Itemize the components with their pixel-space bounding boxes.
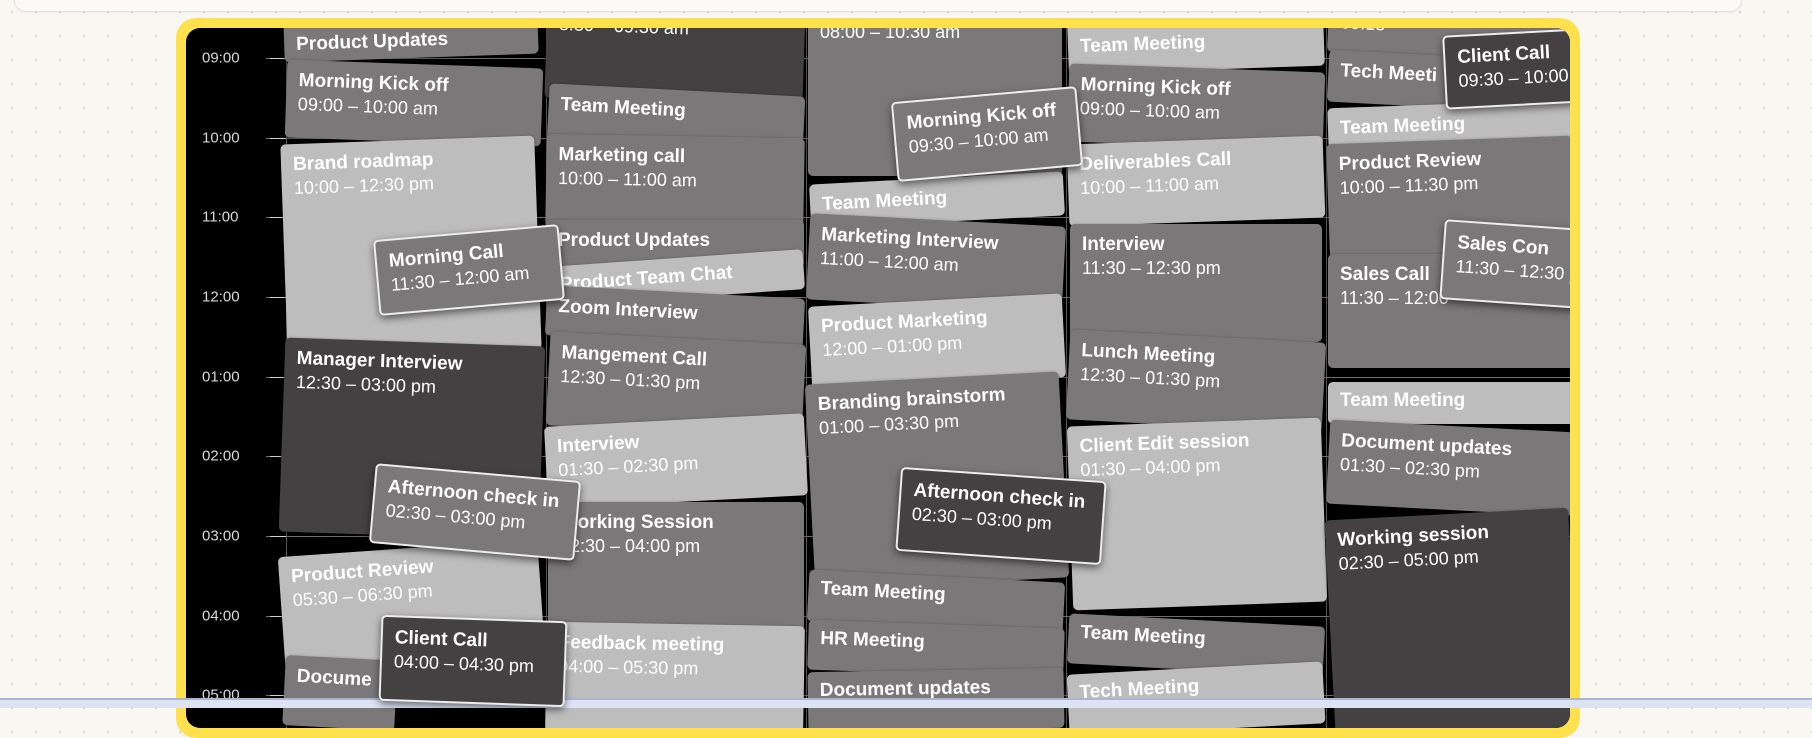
event-interview[interactable]: Interview 11:30 – 12:30 pm	[1070, 224, 1322, 342]
event-marketing-call[interactable]: Marketing call 10:00 – 11:00 am	[545, 133, 805, 233]
time-label: 09:00	[202, 49, 240, 67]
event-document-updates[interactable]: Document updates 01:30 – 02:30 pm	[1325, 419, 1570, 517]
time-label: 10:00	[202, 129, 240, 147]
time-label: 12:00	[202, 288, 240, 306]
time-label: 04:00	[202, 607, 240, 625]
event-client-call[interactable]: Client Call 09:30 – 10:00	[1442, 28, 1570, 110]
event-afternoon-check-in[interactable]: Afternoon check in 02:30 – 03:00 pm	[368, 463, 582, 561]
hour-tick	[270, 536, 286, 537]
hour-tick	[270, 138, 286, 139]
event-interview[interactable]: Interview 01:30 – 02:30 pm	[544, 413, 808, 509]
event-morning-call[interactable]: Morning Call 11:30 – 12:00 am	[373, 224, 565, 316]
bottom-bar	[0, 698, 1812, 708]
week-calendar: 09:00 10:00 11:00 12:00 01:00 02:00 03:0…	[186, 28, 1570, 728]
hour-tick	[270, 58, 286, 59]
event-feedback-meeting[interactable]: Feedback meeting 04:00 – 05:30 pm	[545, 621, 805, 728]
event-sales-call[interactable]: Sales Con11:30 – 12:30 pm	[1439, 219, 1570, 309]
event-team-meeting[interactable]: Team Meeting	[1328, 382, 1570, 424]
event-morning-kick-off[interactable]: Morning Kick off 09:30 – 10:00 am	[890, 86, 1084, 182]
column-divider	[806, 28, 807, 728]
time-label: 03:00	[202, 527, 240, 545]
time-label: 02:00	[202, 447, 240, 465]
event-morning-kick-off[interactable]: Morning Kick off 09:00 – 10:00 am	[284, 59, 544, 147]
event-client-edit-session[interactable]: Client Edit session 01:30 – 04:00 pm	[1066, 417, 1328, 611]
event-tech-meeting[interactable]: Tech Meeting	[1066, 661, 1326, 728]
event-afternoon-check-in[interactable]: Afternoon check in 02:30 – 03:00 pm	[895, 466, 1107, 566]
event-client-call[interactable]: Client Call 04:00 – 04:30 pm	[378, 614, 568, 708]
event-working-session[interactable]: Working Session 02:30 – 04:00 pm	[548, 502, 804, 636]
top-card	[14, 0, 1742, 12]
column-divider	[1326, 28, 1327, 728]
time-label: 11:00	[202, 208, 239, 226]
event-lunch-meeting[interactable]: Lunch Meeting 12:30 – 01:30 pm	[1065, 329, 1327, 433]
event-working-session[interactable]: Working session 02:30 – 05:00 pm	[1324, 507, 1570, 728]
time-label: 01:00	[202, 368, 240, 386]
event-deliverables-call[interactable]: Deliverables Call 10:00 – 11:00 am	[1066, 135, 1326, 227]
hour-tick	[270, 297, 286, 298]
